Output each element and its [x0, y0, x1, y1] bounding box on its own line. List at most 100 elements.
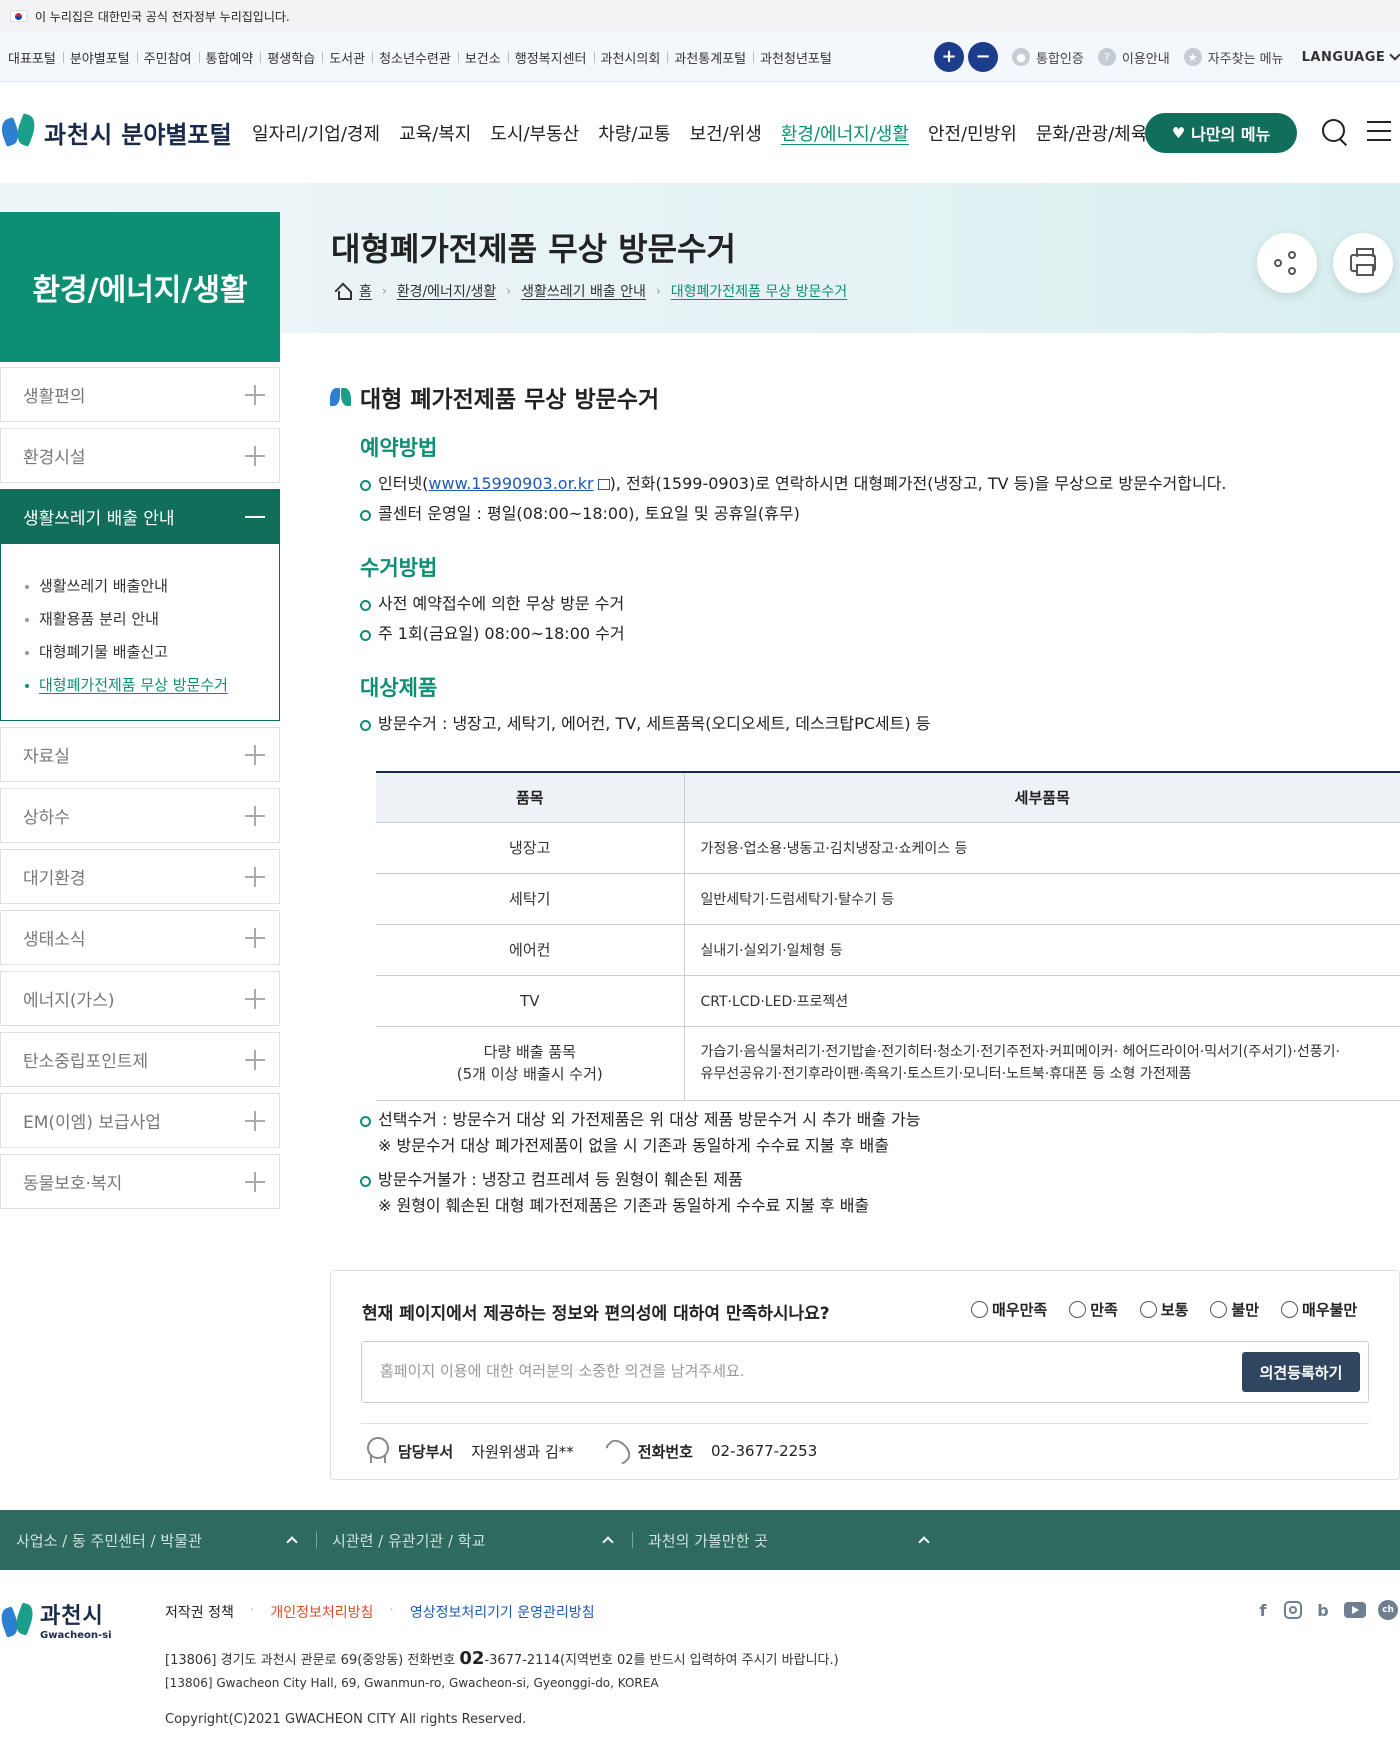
table-header: 품목: [376, 772, 684, 823]
faq-label: 자주찾는 메뉴: [1207, 51, 1284, 67]
side-nav-item[interactable]: 에너지(가스): [0, 971, 280, 1026]
side-nav-item[interactable]: 상하수: [0, 788, 280, 843]
table-cell-category: 다량 배출 품목 (5개 이상 배출시 수거): [376, 1026, 684, 1101]
search-icon[interactable]: [1322, 119, 1350, 147]
kakao-channel-icon[interactable]: ch: [1378, 1600, 1398, 1620]
breadcrumb-item[interactable]: 생활쓰레기 배출 안내: [521, 281, 646, 301]
auth-link[interactable]: ● 통합인증: [1012, 48, 1084, 67]
portal-link[interactable]: 도서관: [322, 48, 372, 67]
survey-options: 매우만족 만족 보통 불만 매우불만: [971, 1299, 1357, 1320]
home-icon: [335, 284, 352, 300]
facebook-icon[interactable]: f: [1254, 1600, 1272, 1620]
breadcrumb-current[interactable]: 대형폐가전제품 무상 방문수거: [671, 281, 847, 301]
portal-link[interactable]: 대표포털: [8, 48, 63, 67]
nav-item[interactable]: 보건/위생: [690, 120, 762, 146]
side-nav-label: 환경시설: [23, 448, 86, 468]
table-row: 세탁기 일반세탁기·드럼세탁기·탈수기 등: [376, 873, 1400, 925]
side-nav-item[interactable]: 탄소중립포인트제: [0, 1032, 280, 1087]
table-cell-detail: 실내기·실외기·일체형 등: [683, 924, 1400, 976]
site-logo[interactable]: 과천시 분야별포털: [0, 111, 232, 153]
related-sites-dropdown[interactable]: 시관련 / 유관기관 / 학교: [316, 1530, 632, 1551]
side-nav-item[interactable]: EM(이엠) 보급사업: [0, 1093, 280, 1148]
table-header: 세부품목: [683, 772, 1400, 823]
opinion-input[interactable]: [380, 1362, 1140, 1380]
plus-icon: [245, 805, 265, 826]
menu-icon[interactable]: [1367, 121, 1391, 143]
side-subnav-item[interactable]: 대형폐기물 배출신고: [25, 636, 279, 669]
youtube-icon[interactable]: [1344, 1602, 1366, 1618]
separator-dot: ·: [389, 1602, 394, 1618]
footer-logo-en: Gwacheon-si: [40, 1629, 112, 1641]
cctv-policy-link[interactable]: 영상정보처리기기 운영관리방침: [410, 1602, 595, 1622]
related-sites-dropdown[interactable]: 사업소 / 동 주민센터 / 박물관: [0, 1530, 316, 1551]
nav-item[interactable]: 차량/교통: [598, 120, 670, 146]
zoom-out-button[interactable]: −: [968, 42, 998, 72]
radio-button[interactable]: [1210, 1301, 1228, 1318]
side-subnav: 생활쓰레기 배출안내 재활용품 분리 안내 대형폐기물 배출신고 대형폐가전제품…: [0, 544, 280, 721]
portal-link[interactable]: 과천시의회: [593, 48, 668, 67]
language-selector[interactable]: LANGUAGE: [1302, 49, 1400, 65]
portal-link[interactable]: 과천청년포털: [753, 48, 839, 67]
radio-button[interactable]: [1139, 1301, 1157, 1318]
side-nav-item[interactable]: 대기환경: [0, 849, 280, 904]
portal-link[interactable]: 주민참여: [136, 48, 199, 67]
side-nav-item-open[interactable]: 생활쓰레기 배출 안내: [0, 489, 280, 544]
side-subnav-item[interactable]: 생활쓰레기 배출안내: [25, 570, 279, 603]
reservation-site-link[interactable]: www.15990903.or.kr: [428, 474, 610, 493]
copyright-policy-link[interactable]: 저작권 정책: [165, 1602, 234, 1622]
side-nav-item[interactable]: 자료실: [0, 727, 280, 782]
portal-link[interactable]: 통합예약: [198, 48, 261, 67]
side-nav-item[interactable]: 생활편의: [0, 367, 280, 422]
survey-option[interactable]: 매우불만: [1281, 1299, 1357, 1320]
portal-link[interactable]: 과천통계포털: [667, 48, 753, 67]
breadcrumb-home[interactable]: 홈: [359, 281, 372, 301]
footer-policy-links: 저작권 정책 · 개인정보처리방침 · 영상정보처리기기 운영관리방침: [165, 1602, 611, 1622]
side-subnav-item[interactable]: 재활용품 분리 안내: [25, 603, 279, 636]
privacy-policy-link[interactable]: 개인정보처리방침: [270, 1602, 373, 1622]
survey-option[interactable]: 매우만족: [971, 1299, 1047, 1320]
nav-item[interactable]: 도시/부동산: [490, 120, 579, 146]
radio-button[interactable]: [1281, 1301, 1299, 1318]
side-nav-item[interactable]: 동물보호·복지: [0, 1154, 280, 1209]
portal-link[interactable]: 청소년수련관: [372, 48, 458, 67]
radio-button[interactable]: [971, 1301, 988, 1318]
not-collectable-note: ※ 원형이 훼손된 대형 폐가전제품은 기존과 동일하게 수수료 지불 후 배출: [378, 1196, 870, 1215]
zoom-in-button[interactable]: +: [934, 42, 964, 72]
guide-link[interactable]: ? 이용안내: [1097, 48, 1170, 67]
table-cell-detail: 가정용·업소용·냉동고·김치냉장고·쇼케이스 등: [683, 822, 1400, 874]
side-nav-item[interactable]: 생태소식: [0, 910, 280, 965]
nav-item[interactable]: 안전/민방위: [928, 120, 1017, 146]
radio-button[interactable]: [1069, 1301, 1087, 1318]
survey-option[interactable]: 보통: [1139, 1299, 1188, 1320]
side-subnav-item-current[interactable]: 대형폐가전제품 무상 방문수거: [25, 669, 279, 702]
nav-item[interactable]: 교육/복지: [399, 120, 471, 146]
nav-item-active[interactable]: 환경/에너지/생활: [781, 120, 909, 146]
my-menu-button[interactable]: ♥ 나만의 메뉴: [1145, 113, 1297, 153]
faq-menu-link[interactable]: ★ 자주찾는 메뉴: [1183, 48, 1284, 67]
satisfaction-survey: 현재 페이지에서 제공하는 정보와 편의성에 대하여 만족하시나요? 매우만족 …: [330, 1270, 1400, 1480]
survey-option[interactable]: 만족: [1069, 1299, 1118, 1320]
nav-item[interactable]: 문화/관광/체육: [1036, 120, 1148, 146]
table-cell-category-line: (5개 이상 배출시 수거): [456, 1065, 603, 1083]
nav-item[interactable]: 일자리/기업/경제: [252, 120, 380, 146]
portal-link[interactable]: 행정복지센터: [507, 48, 594, 67]
breadcrumb-item[interactable]: 환경/에너지/생활: [397, 281, 497, 301]
side-nav-item[interactable]: 환경시설: [0, 428, 280, 483]
print-button[interactable]: [1333, 233, 1393, 293]
not-collectable-bullet: 방문수거불가 : 냉장고 컴프레셔 등 원형이 훼손된 제품: [360, 1168, 1400, 1192]
survey-option[interactable]: 불만: [1210, 1299, 1259, 1320]
portal-link[interactable]: 평생학습: [260, 48, 322, 67]
submit-opinion-button[interactable]: 의견등록하기: [1242, 1352, 1360, 1392]
breadcrumb-separator-icon: ›: [381, 284, 387, 298]
korea-flag-icon: [10, 10, 27, 22]
reserve-text-pre: 인터넷(: [378, 474, 429, 493]
portal-link[interactable]: 보건소: [457, 48, 508, 67]
instagram-icon[interactable]: [1284, 1601, 1302, 1619]
portal-link[interactable]: 분야별포털: [62, 48, 137, 67]
contact-info: 담당부서 자원위생과 김** 전화번호 02-3677-2253: [364, 1437, 817, 1465]
collect-bullet-2: 주 1회(금요일) 08:00~18:00 수거: [360, 622, 1400, 646]
plus-icon: [245, 866, 265, 887]
share-button[interactable]: [1257, 233, 1317, 293]
blog-icon[interactable]: b: [1314, 1600, 1332, 1620]
related-sites-dropdown[interactable]: 과천의 가볼만한 곳: [632, 1530, 948, 1551]
